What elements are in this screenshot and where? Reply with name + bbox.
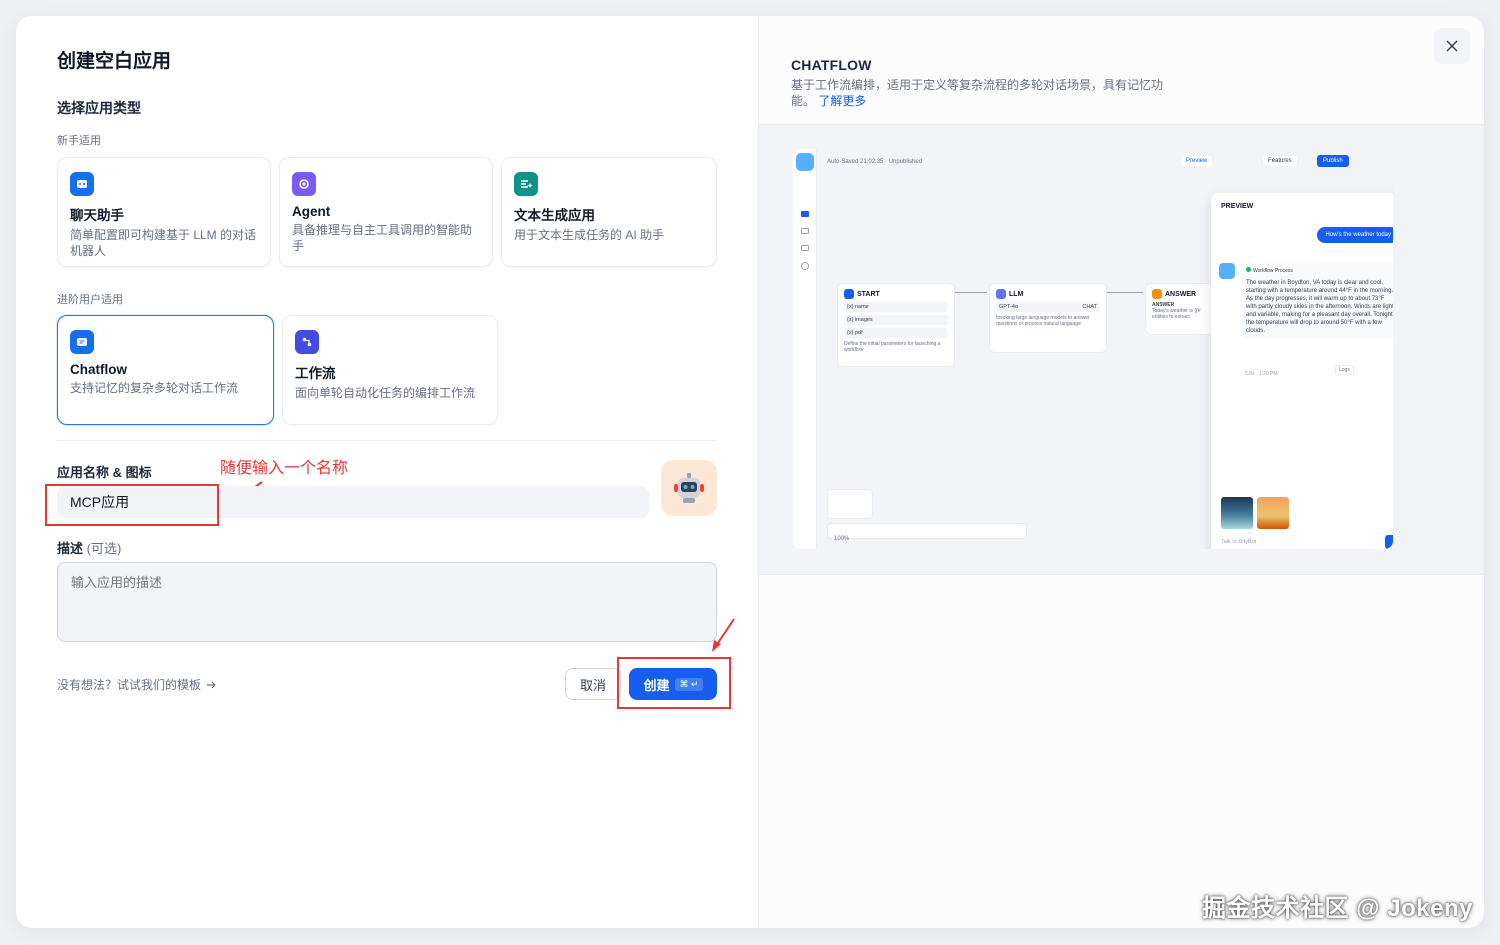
bot-answer: Workflow Process The weather in Boydton,…: [1241, 263, 1393, 339]
close-button[interactable]: [1434, 28, 1470, 64]
logs-button: Logs: [1335, 365, 1354, 375]
user-message: How's the weather today: [1317, 227, 1393, 243]
check-icon: [1246, 267, 1251, 272]
model-name: GPT-4o: [999, 304, 1018, 310]
node-note: Invoking large language models to answer…: [996, 315, 1090, 327]
card-desc: 具备推理与自主工具调用的智能助手: [292, 223, 473, 253]
right-panel: CHATFLOW 基于工作流编排，适用于定义等复杂流程的多轮对话场景，具有记忆功…: [758, 16, 1484, 928]
preview-topbar: Auto-Saved 21:02:35 · Unpublished Previe…: [817, 149, 1393, 177]
card-desc: 支持记忆的复杂多轮对话工作流: [70, 381, 239, 395]
message-meta: 5.8s · 1:20 PM: [1245, 371, 1278, 377]
image-thumbnail: [1221, 497, 1253, 529]
card-name: Agent: [292, 204, 331, 219]
app-type-card-agent[interactable]: Agent 具备推理与自主工具调用的智能助手: [279, 157, 493, 267]
annotation-arrow-create-icon: [712, 618, 735, 652]
app-type-card-text-generator[interactable]: 文本生成应用 用于文本生成任务的 AI 助手: [501, 157, 717, 267]
workflow-icon: [295, 330, 319, 354]
app-type-card-chatbot[interactable]: 聊天助手 简单配置即可构建基于 LLM 的对话机器人: [57, 157, 271, 267]
learn-more-link[interactable]: 了解更多: [818, 94, 866, 108]
edge: [955, 292, 987, 293]
app-type-description: 基于工作流编排，适用于定义等复杂流程的多轮对话场景，具有记忆功能。 了解更多: [791, 77, 1171, 109]
workflow-process-label: Workflow Process: [1253, 268, 1293, 274]
optional-hint: (可选): [86, 541, 122, 556]
card-desc: 简单配置即可构建基于 LLM 的对话机器人: [70, 228, 257, 258]
image-thumbnail: [1257, 497, 1289, 529]
node-row: {x} pdf: [844, 328, 948, 338]
robot-icon: [674, 473, 704, 503]
answer-body: The weather in Boydton, VA today is clea…: [1246, 280, 1393, 334]
zoom-level: 100%: [834, 536, 850, 542]
app-type-card-workflow[interactable]: 工作流 面向单轮自动化任务的编排工作流: [282, 315, 498, 425]
bot-icon: [796, 153, 814, 171]
card-name: 文本生成应用: [514, 208, 595, 223]
description-input[interactable]: [57, 562, 717, 642]
card-desc: 面向单轮自动化任务的编排工作流: [295, 386, 476, 400]
preview-button: Preview: [1181, 156, 1213, 166]
advanced-label: 进阶用户适用: [57, 294, 123, 306]
autosave-status: Auto-Saved 21:02:35 · Unpublished: [827, 159, 923, 165]
features-button: Features: [1263, 156, 1297, 166]
cancel-button[interactable]: 取消: [565, 668, 621, 700]
chat-bot-icon: [70, 172, 94, 196]
chatflow-icon: [70, 330, 94, 354]
preview-area: Auto-Saved 21:02:35 · Unpublished Previe…: [759, 125, 1484, 575]
app-type-title: CHATFLOW: [791, 57, 872, 73]
text-gen-icon: [514, 172, 538, 196]
app-name-label: 应用名称 & 图标: [57, 465, 152, 480]
node-title: LLM: [1009, 290, 1024, 298]
card-name: 工作流: [295, 366, 336, 381]
send-icon: [1385, 535, 1393, 549]
panel-title: PREVIEW: [1221, 203, 1254, 210]
agent-icon: [292, 172, 316, 196]
left-panel: 创建空白应用 选择应用类型 新手适用 聊天助手 简单配置即可构建基于 LLM 的…: [16, 16, 758, 928]
nav-icon: [801, 245, 809, 251]
arrow-right-icon: [207, 681, 216, 688]
start-node: START {x} name {x} images {x} pdf Define…: [837, 283, 955, 367]
app-name-input[interactable]: [57, 486, 649, 518]
node-title: START: [857, 290, 880, 298]
description-label: 描述 (可选): [57, 538, 121, 557]
create-app-modal: 创建空白应用 选择应用类型 新手适用 聊天助手 简单配置即可构建基于 LLM 的…: [16, 16, 1484, 928]
close-icon: [1446, 40, 1458, 52]
app-type-label: 选择应用类型: [57, 100, 141, 116]
node-row: {x} name: [844, 302, 948, 312]
watermark: 掘金技术社区 @ Jokeny: [1202, 895, 1473, 922]
card-name: 聊天助手: [70, 208, 124, 223]
edge: [1107, 292, 1143, 293]
minimap: [827, 489, 873, 519]
template-link-text: 没有想法？试试我们的模板: [57, 678, 202, 692]
page-title: 创建空白应用: [57, 51, 172, 72]
nav-icon: [801, 228, 809, 234]
workflow-preview-image: Auto-Saved 21:02:35 · Unpublished Previe…: [793, 149, 1393, 549]
zoom-toolbar: 100%: [827, 523, 1027, 542]
card-name: Chatflow: [70, 362, 127, 377]
preview-sidebar: [793, 149, 817, 549]
node-title: ANSWER: [1165, 290, 1197, 298]
create-button[interactable]: 创建 ⌘ ↵: [629, 668, 717, 700]
chat-input: Talk to DifyBot: [1221, 539, 1257, 545]
model-mode: CHAT: [1082, 304, 1097, 310]
llm-node: LLM GPT-4o CHAT Invoking large language …: [989, 283, 1107, 353]
answer-text-2: entities to extract: [1152, 314, 1190, 320]
nav-icon: [801, 262, 809, 270]
nav-icon: [801, 211, 809, 217]
node-row: {x} images: [844, 315, 948, 325]
template-link[interactable]: 没有想法？试试我们的模板: [57, 676, 217, 693]
node-note: Define the initial parameters for launch…: [844, 341, 941, 353]
app-icon-picker[interactable]: [661, 460, 717, 516]
beginner-label: 新手适用: [57, 135, 101, 147]
bot-avatar-icon: [1219, 263, 1235, 279]
create-button-label: 创建: [643, 677, 670, 693]
description-label-text: 描述: [57, 541, 84, 556]
publish-button: Publish: [1317, 155, 1349, 167]
preview-chat-panel: PREVIEW How's the weather today Workflow…: [1211, 193, 1393, 549]
shortcut-hint: ⌘ ↵: [675, 677, 703, 691]
card-desc: 用于文本生成任务的 AI 助手: [514, 228, 665, 242]
answer-node: ANSWER ANSWER Today's weather is {{# ent…: [1145, 283, 1215, 335]
annotation-text: 随便输入一个名称: [220, 460, 349, 477]
divider: [57, 440, 717, 441]
app-type-card-chatflow[interactable]: Chatflow 支持记忆的复杂多轮对话工作流: [57, 315, 274, 425]
